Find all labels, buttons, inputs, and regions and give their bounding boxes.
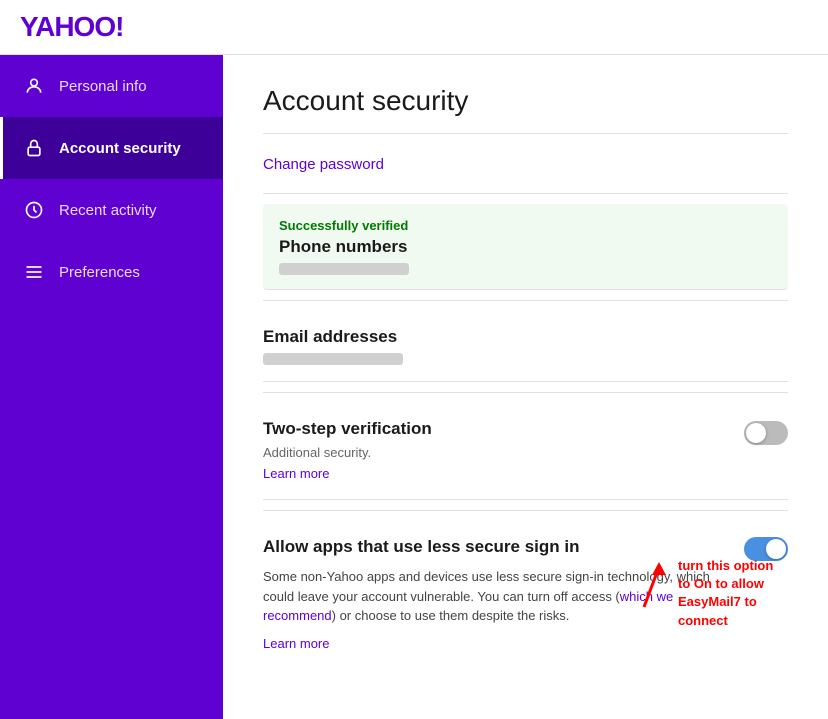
sidebar-item-preferences[interactable]: Preferences [0,241,223,303]
change-password-link[interactable]: Change password [263,156,384,173]
lock-icon [23,137,45,159]
sidebar-item-recent-activity[interactable]: Recent activity [0,179,223,241]
phone-numbers-title: Phone numbers [279,237,772,257]
sidebar-label-account-security: Account security [59,140,181,157]
two-step-left: Two-step verification Additional securit… [263,419,432,483]
content-area: Account security Change password Success… [223,55,828,719]
page-title: Account security [263,85,788,117]
sidebar-label-recent-activity: Recent activity [59,202,157,219]
sidebar: Personal info Account security Recent ac… [0,55,223,719]
annotation-text: turn this option to On to allow EasyMail… [678,557,788,630]
allow-apps-title: Allow apps that use less secure sign in [263,537,728,557]
sidebar-label-personal-info: Personal info [59,78,147,95]
person-icon [23,75,45,97]
list-icon [23,261,45,283]
allow-apps-row: Allow apps that use less secure sign in … [263,537,788,653]
sidebar-label-preferences: Preferences [59,264,140,281]
allow-apps-section: Allow apps that use less secure sign in … [263,521,788,669]
divider-4 [263,392,788,393]
divider-2 [263,193,788,194]
two-step-section: Two-step verification Additional securit… [263,403,788,500]
verified-label: Successfully verified [279,218,772,233]
allow-apps-toggle-knob [766,539,786,559]
two-step-subtitle: Additional security. [263,445,432,460]
phone-number-blurred [279,263,409,275]
annotation-area: turn this option to On to allow EasyMail… [614,557,788,630]
divider-1 [263,133,788,134]
two-step-learn-more[interactable]: Learn more [263,466,329,481]
main-layout: Personal info Account security Recent ac… [0,55,828,719]
two-step-row: Two-step verification Additional securit… [263,419,788,483]
clock-icon [23,199,45,221]
email-addresses-title: Email addresses [263,327,788,347]
two-step-toggle-knob [746,423,766,443]
recommend-link[interactable]: which we recommend [263,589,673,624]
sidebar-item-personal-info[interactable]: Personal info [0,55,223,117]
yahoo-logo: YAHOO! [20,11,123,43]
two-step-toggle[interactable] [744,421,788,445]
top-bar: YAHOO! [0,0,828,55]
sidebar-item-account-security[interactable]: Account security [0,117,223,179]
red-arrow-icon [614,557,674,617]
allow-apps-learn-more[interactable]: Learn more [263,636,329,651]
allow-apps-toggle-area: turn this option to On to allow EasyMail… [744,537,788,561]
phone-numbers-section: Successfully verified Phone numbers [263,204,788,290]
two-step-title: Two-step verification [263,419,432,439]
arrow-container [614,557,674,617]
email-blurred [263,353,403,365]
divider-3 [263,300,788,301]
two-step-toggle-container [744,421,788,445]
email-addresses-section: Email addresses [263,311,788,382]
divider-5 [263,510,788,511]
